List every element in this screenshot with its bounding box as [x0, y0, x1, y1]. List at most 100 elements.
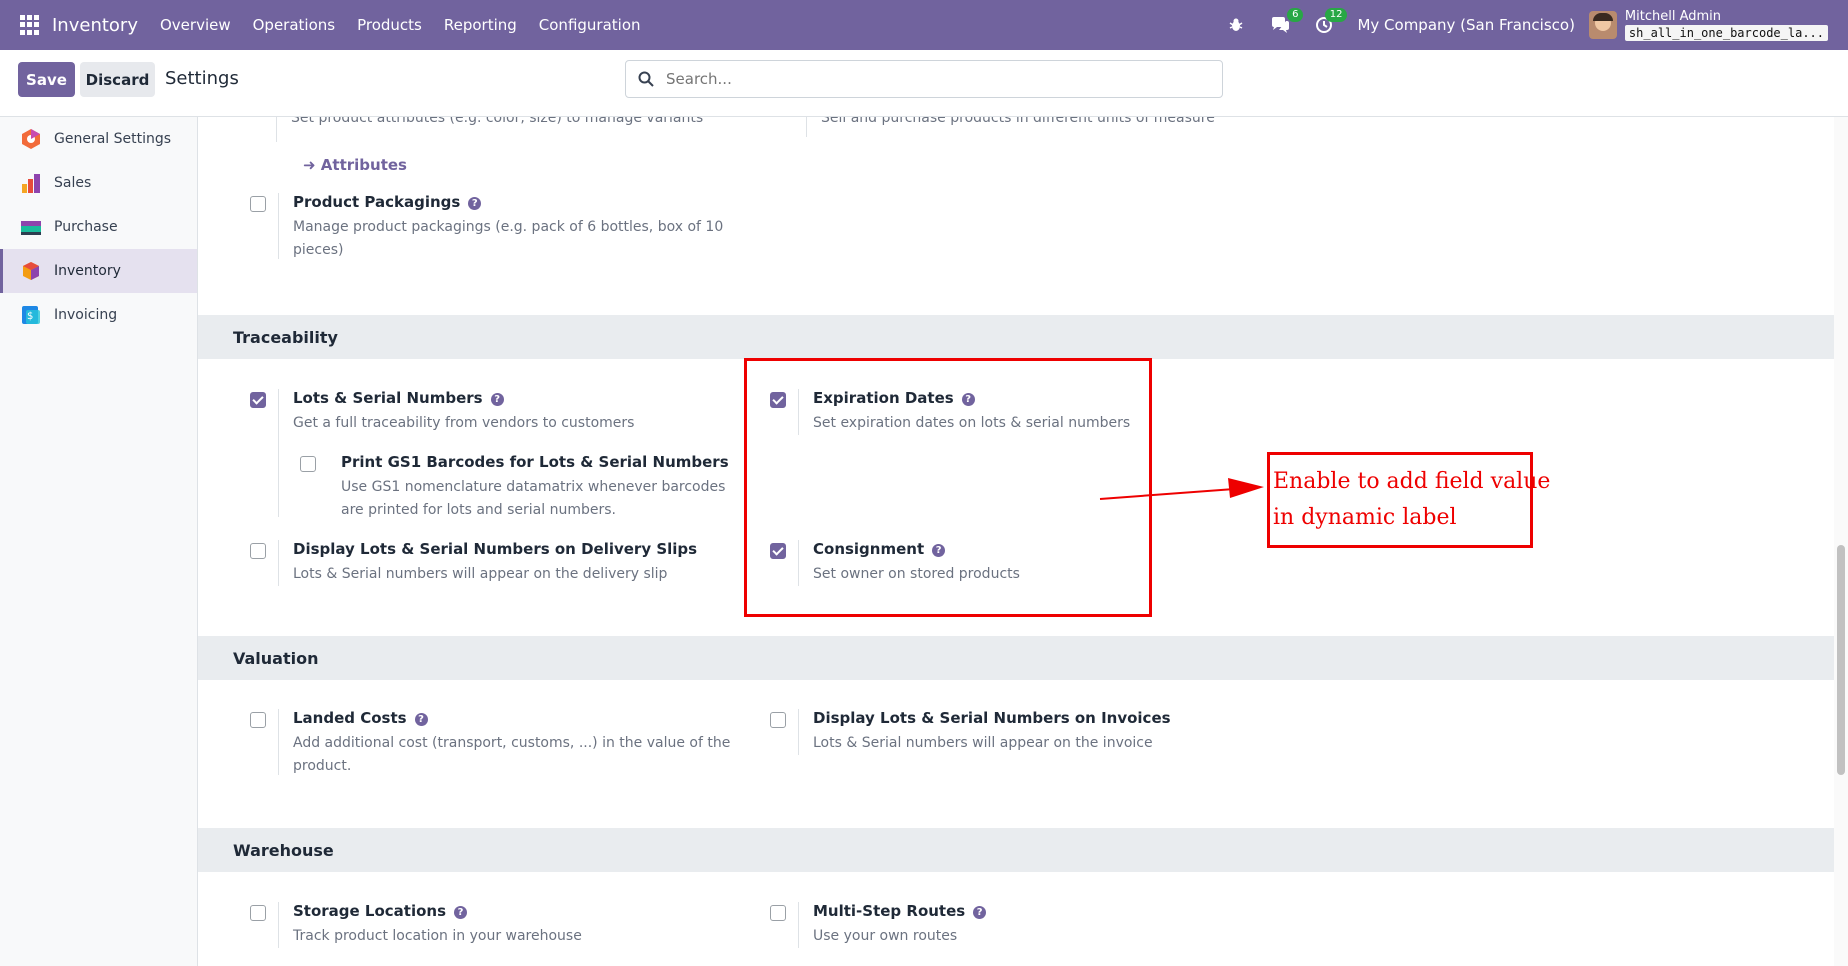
setting-divider — [798, 902, 799, 948]
sidebar-item-general-settings[interactable]: General Settings — [0, 117, 197, 161]
setting-lots-delivery-slips: Display Lots & Serial Numbers on Deliver… — [250, 540, 730, 590]
inventory-icon — [23, 262, 39, 280]
setting-divider — [278, 389, 279, 517]
help-icon[interactable]: ? — [414, 713, 428, 726]
help-icon[interactable]: ? — [468, 197, 482, 210]
setting-divider — [276, 117, 277, 142]
setting-description: Track product location in your warehouse — [293, 928, 582, 944]
setting-title: Lots & Serial Numbers? — [293, 389, 504, 407]
setting-description: Get a full traceability from vendors to … — [293, 415, 635, 431]
sidebar-item-sales[interactable]: Sales — [0, 161, 197, 205]
sidebar-item-invoicing[interactable]: $ Invoicing — [0, 293, 197, 337]
sidebar-item-purchase[interactable]: Purchase — [0, 205, 197, 249]
annotation-line-1: Enable to add field value — [1273, 469, 1551, 494]
setting-divider — [278, 193, 279, 259]
user-menu[interactable]: Mitchell Admin sh_all_in_one_barcode_la.… — [1624, 8, 1828, 41]
svg-text:$: $ — [27, 311, 33, 322]
highlight-box — [744, 358, 1152, 617]
discard-button[interactable]: Discard — [80, 62, 155, 97]
help-icon[interactable]: ? — [973, 906, 987, 919]
save-button[interactable]: Save — [18, 62, 75, 97]
settings-sidebar: General Settings Sales Purchase Inventor… — [0, 117, 198, 966]
activities-badge: 12 — [1324, 8, 1348, 22]
annotation-line-2: in dynamic label — [1273, 505, 1457, 530]
sidebar-item-label: Purchase — [54, 219, 118, 235]
user-avatar[interactable] — [1588, 11, 1617, 39]
lots-serial-checkbox[interactable] — [250, 392, 266, 408]
invoicing-icon: $ — [22, 306, 40, 324]
setting-title: Multi-Step Routes? — [813, 902, 987, 920]
setting-lots-serial: Lots & Serial Numbers? Get a full tracea… — [250, 389, 730, 517]
setting-description: Sell and purchase products in different … — [821, 117, 1215, 126]
page-title: Settings — [165, 68, 239, 89]
setting-gs1-barcodes: Print GS1 Barcodes for Lots & Serial Num… — [300, 453, 740, 523]
setting-description: Use your own routes — [813, 928, 958, 944]
setting-title: Storage Locations? — [293, 902, 468, 920]
setting-description: Add additional cost (transport, customs,… — [293, 735, 731, 774]
setting-title: Display Lots & Serial Numbers on Deliver… — [293, 540, 698, 558]
database-name: sh_all_in_one_barcode_la... — [1624, 24, 1828, 41]
help-icon[interactable]: ? — [490, 393, 504, 406]
invoices-lots-checkbox[interactable] — [770, 712, 786, 728]
delivery-slips-checkbox[interactable] — [250, 543, 266, 559]
setting-divider — [806, 117, 807, 137]
section-traceability: Traceability — [198, 315, 1834, 359]
menu-overview[interactable]: Overview — [160, 16, 231, 34]
debug-bug-icon[interactable] — [1225, 14, 1247, 36]
company-switcher[interactable]: My Company (San Francisco) — [1357, 16, 1574, 34]
setting-description: Lots & Serial numbers will appear on the… — [293, 566, 668, 582]
attributes-link-label: Attributes — [320, 156, 407, 174]
sidebar-item-label: Invoicing — [54, 307, 118, 323]
sales-icon — [22, 174, 40, 193]
menu-reporting[interactable]: Reporting — [444, 16, 517, 34]
top-navbar: Inventory Overview Operations Products R… — [0, 0, 1848, 50]
setting-title-text: Lots & Serial Numbers — [293, 389, 483, 407]
user-name: Mitchell Admin — [1624, 8, 1722, 24]
setting-description: Set product attributes (e.g. color, size… — [291, 117, 704, 126]
search-box[interactable] — [625, 60, 1223, 98]
navbar-systray: 6 12 My Company (San Francisco) Mitchell… — [1225, 0, 1828, 50]
setting-title-text: Storage Locations — [293, 902, 447, 920]
scrollbar-thumb[interactable] — [1837, 545, 1845, 775]
settings-content: Set product attributes (e.g. color, size… — [198, 117, 1834, 966]
activities-clock-icon[interactable]: 12 — [1313, 8, 1348, 36]
setting-title-text: Multi-Step Routes — [813, 902, 966, 920]
setting-divider — [278, 902, 279, 948]
search-icon — [638, 71, 654, 87]
search-input[interactable] — [664, 69, 1168, 89]
general-settings-icon — [22, 129, 40, 149]
annotation-text: Enable to add field value in dynamic lab… — [1273, 464, 1550, 536]
messages-icon[interactable]: 6 — [1269, 8, 1304, 36]
menu-products[interactable]: Products — [357, 16, 422, 34]
setting-title: Display Lots & Serial Numbers on Invoice… — [813, 709, 1171, 727]
storage-locations-checkbox[interactable] — [250, 905, 266, 921]
sidebar-item-label: Inventory — [54, 263, 121, 279]
setting-lots-invoices: Display Lots & Serial Numbers on Invoice… — [770, 709, 1171, 759]
landed-costs-checkbox[interactable] — [250, 712, 266, 728]
app-name[interactable]: Inventory — [52, 15, 138, 36]
messages-badge: 6 — [1287, 8, 1304, 22]
setting-multi-step-routes: Multi-Step Routes? Use your own routes — [770, 902, 1170, 952]
control-panel: Save Discard Settings — [0, 50, 1848, 117]
setting-landed-costs: Landed Costs? Add additional cost (trans… — [250, 709, 730, 779]
setting-title-text: Product Packagings — [293, 193, 461, 211]
apps-menu-icon[interactable] — [20, 15, 40, 35]
menu-configuration[interactable]: Configuration — [539, 16, 641, 34]
setting-uom: Sell and purchase products in different … — [778, 117, 1258, 157]
page-scrollbar[interactable] — [1834, 117, 1848, 966]
multi-step-routes-checkbox[interactable] — [770, 905, 786, 921]
setting-divider — [278, 540, 279, 586]
menu-operations[interactable]: Operations — [253, 16, 335, 34]
packagings-checkbox[interactable] — [250, 196, 266, 212]
gs1-checkbox[interactable] — [300, 456, 316, 472]
setting-description: Lots & Serial numbers will appear on the… — [813, 735, 1153, 751]
purchase-icon — [21, 221, 41, 235]
sidebar-item-inventory[interactable]: Inventory — [0, 249, 197, 293]
arrow-right-icon: ➜ — [303, 156, 321, 174]
setting-storage-locations: Storage Locations? Track product locatio… — [250, 902, 730, 952]
setting-description: Use GS1 nomenclature datamatrix whenever… — [341, 479, 726, 518]
setting-product-packagings: Product Packagings? Manage product packa… — [250, 193, 730, 263]
attributes-link[interactable]: ➜ Attributes — [303, 156, 407, 174]
help-icon[interactable]: ? — [454, 906, 468, 919]
setting-description: Manage product packagings (e.g. pack of … — [293, 219, 724, 258]
